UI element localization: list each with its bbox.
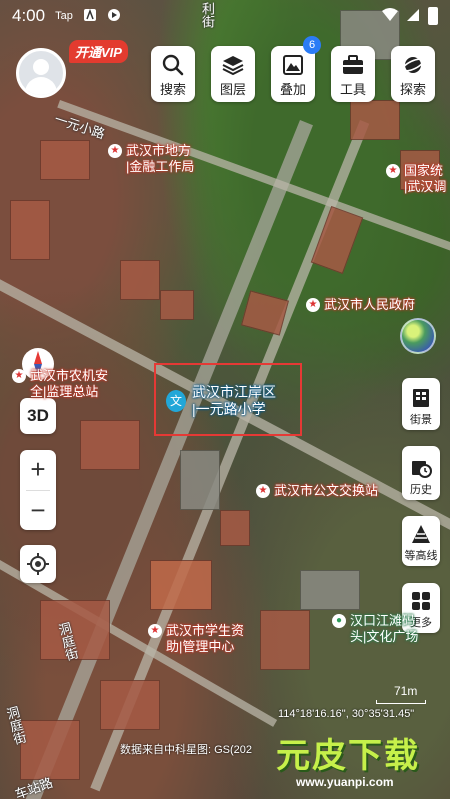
building (100, 680, 160, 730)
poi-marker[interactable]: ● 汉口江滩码 头|文化广场 (332, 613, 418, 645)
overlay-label: 叠加 (279, 82, 306, 97)
contour-label: 等高线 (404, 550, 438, 562)
view-3d-button[interactable]: 3D (20, 398, 56, 434)
zoom-control: + − (20, 450, 56, 530)
overlay-count-badge: 6 (303, 36, 321, 54)
building (220, 510, 250, 546)
building (180, 450, 220, 510)
scale-bar: 71m (376, 684, 426, 704)
tools-label: 工具 (339, 82, 366, 97)
poi-label: 全|监理总站 (30, 384, 99, 399)
building (350, 100, 400, 140)
contour-button[interactable]: 等高线 (402, 516, 440, 566)
search-label: 搜索 (159, 82, 186, 97)
locate-button[interactable] (20, 545, 56, 583)
poi-marker[interactable]: ★ 武汉市地方 |金融工作局 (108, 143, 194, 175)
building (80, 420, 140, 470)
explore-label: 探索 (399, 82, 426, 97)
layers-label: 图层 (219, 82, 246, 97)
poi-star-icon: ★ (148, 624, 162, 638)
status-time: 4:00 (12, 6, 46, 25)
poi-label: |武汉调 (404, 179, 447, 194)
toolbox-icon (343, 55, 363, 74)
poi-star-icon: ★ (386, 164, 400, 178)
street-view-label: 街景 (410, 414, 432, 426)
coordinates-readout: 114°18'16.16", 30°35'31.45" (278, 708, 415, 720)
watermark-title: 元皮下载 (276, 737, 420, 775)
zoom-out-button[interactable]: − (20, 491, 56, 531)
poi-label: 武汉市公文交换站 (274, 483, 379, 498)
watermark-url: www.yuanpi.com (296, 775, 394, 789)
poi-star-icon: ★ (12, 369, 26, 383)
building (20, 720, 80, 780)
a-icon (83, 8, 97, 25)
tools-button[interactable]: 工具 (331, 46, 375, 102)
building (40, 140, 90, 180)
school-pin-icon: 文 (166, 390, 186, 412)
avatar-head-shape (33, 59, 49, 75)
wifi-icon (382, 7, 398, 25)
zoom-in-button[interactable]: + (20, 450, 56, 490)
poi-label: 汉口江滩码 (350, 613, 416, 628)
poi-star-icon: ★ (256, 484, 270, 498)
poi-marker[interactable]: ★ 武汉市农机安 全|监理总站 (12, 368, 108, 400)
poi-marker[interactable]: ★ 武汉市人民政府 (306, 297, 415, 313)
layers-icon (222, 56, 244, 76)
poi-label: 武汉市农机安 (30, 368, 109, 383)
history-icon (412, 461, 432, 478)
battery-icon (428, 7, 438, 25)
building (260, 610, 310, 670)
building (300, 570, 360, 610)
tap-icon: Tap (55, 10, 73, 22)
overlay-icon (283, 55, 303, 75)
explore-button[interactable]: 探索 (391, 46, 435, 102)
building (10, 200, 50, 260)
poi-label: 武汉市人民政府 (324, 297, 416, 312)
vip-badge-button[interactable]: 开通VIP (69, 40, 128, 63)
signal-icon (406, 8, 420, 25)
search-button[interactable]: 搜索 (151, 46, 195, 102)
poi-star-icon: ★ (108, 144, 122, 158)
main-road (15, 120, 313, 799)
poi-label: 武汉市地方 (126, 143, 192, 158)
watermark: 元皮下载 www.yuanpi.com (276, 728, 444, 789)
building (310, 205, 364, 275)
building (160, 290, 194, 320)
poi-marker[interactable]: ★ 武汉市学生资 助|管理中心 (148, 623, 244, 655)
poi-marker[interactable]: ★ 国家统 |武汉调 (386, 163, 446, 195)
building (150, 560, 212, 610)
data-source-text: 数据来自中科星图: GS(202 (120, 744, 253, 756)
selected-poi-label: |一元路小学 (192, 401, 266, 417)
globe-orb-button[interactable] (400, 318, 436, 354)
planet-icon (402, 57, 424, 73)
selected-poi-marker[interactable]: 文 武汉市江岸区 |一元路小学 (166, 384, 276, 418)
overlay-button[interactable]: 6 叠加 (271, 36, 321, 102)
contour-icon (412, 525, 430, 543)
history-button[interactable]: 历史 (402, 446, 440, 500)
locate-crosshair-icon (27, 553, 49, 575)
building (120, 260, 160, 300)
poi-label: 助|管理中心 (166, 639, 235, 654)
street-view-button[interactable]: 街景 (402, 378, 440, 430)
history-label: 历史 (410, 484, 432, 496)
poi-label: 头|文化广场 (350, 629, 419, 644)
poi-label: |金融工作局 (126, 159, 195, 174)
poi-star-icon: ★ (306, 298, 320, 312)
selected-poi-label: 武汉市江岸区 (192, 384, 276, 400)
road-label: 利街 (200, 2, 215, 28)
search-icon (162, 54, 184, 76)
poi-label: 国家统 (404, 163, 444, 178)
poi-label: 武汉市学生资 (166, 623, 245, 638)
avatar-body-shape (25, 77, 57, 95)
poi-marker[interactable]: ★ 武汉市公文交换站 (256, 483, 378, 499)
layers-button[interactable]: 图层 (211, 46, 255, 102)
street-view-icon (413, 389, 429, 407)
user-avatar[interactable] (16, 48, 66, 98)
scale-bar-line (376, 700, 426, 704)
more-grid-icon (412, 592, 430, 610)
status-bar: 4:00 Tap (0, 0, 450, 32)
shield-icon (107, 8, 121, 25)
scale-label: 71m (394, 684, 418, 698)
poi-leaf-icon: ● (332, 614, 346, 628)
